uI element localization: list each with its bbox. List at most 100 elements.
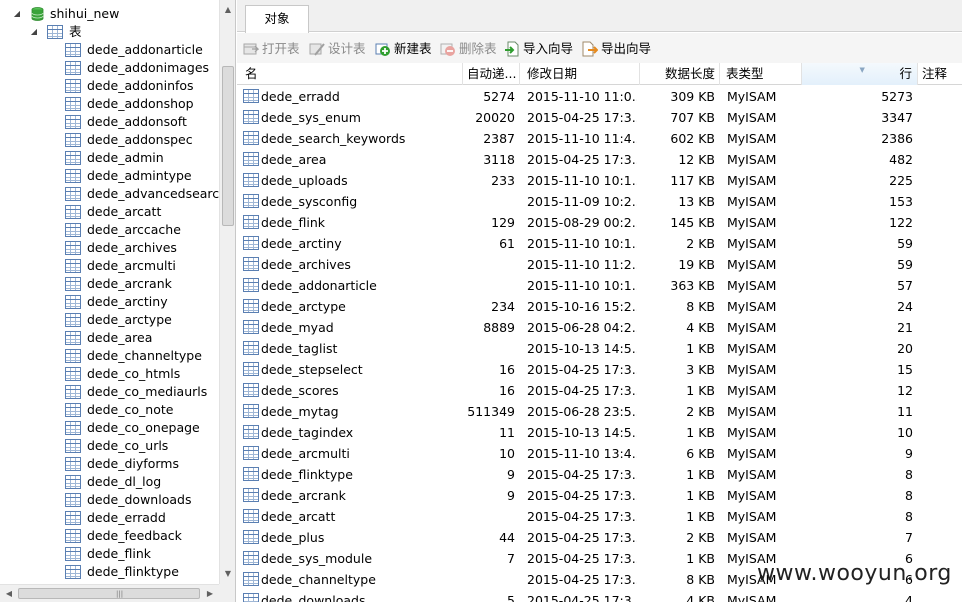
tree-item-table[interactable]: dede_addoninfos bbox=[0, 77, 219, 95]
scroll-right-arrow-icon[interactable]: ▶ bbox=[202, 585, 218, 602]
column-header-comment[interactable]: 注释 bbox=[918, 63, 962, 85]
delete-table-label: 删除表 bbox=[459, 41, 497, 56]
table-row[interactable]: dede_sysconfig 2015-11-09 10:2... 13 KB MyI… bbox=[237, 191, 962, 212]
tree-item-table[interactable]: dede_archives bbox=[0, 239, 219, 257]
tree-item-table[interactable]: dede_addonsoft bbox=[0, 113, 219, 131]
table-row[interactable]: dede_flink 129 2015-08-29 00:2... 145 KB MyI… bbox=[237, 212, 962, 233]
scroll-thumb[interactable] bbox=[222, 66, 234, 226]
table-row[interactable]: dede_tagindex 11 2015-10-13 14:5... 1 KB MyI… bbox=[237, 422, 962, 443]
table-row[interactable]: dede_arcatt 2015-04-25 17:3... 1 KB MyISAM 8 bbox=[237, 506, 962, 527]
table-row[interactable]: dede_arcrank 9 2015-04-25 17:3... 1 KB MyISA… bbox=[237, 485, 962, 506]
tree-item-table[interactable]: dede_arcatt bbox=[0, 203, 219, 221]
table-row[interactable]: dede_erradd 5274 2015-11-10 11:0... 309 KB M… bbox=[237, 86, 962, 107]
table-row[interactable]: dede_uploads 233 2015-11-10 10:1... 117 KB M… bbox=[237, 170, 962, 191]
scroll-up-arrow-icon[interactable]: ▲ bbox=[220, 2, 235, 18]
tree-item-table[interactable]: dede_dl_log bbox=[0, 473, 219, 491]
table-row[interactable]: dede_area 3118 2015-04-25 17:3... 12 KB MyIS… bbox=[237, 149, 962, 170]
tree-item-table[interactable]: dede_channeltype bbox=[0, 347, 219, 365]
tree-item-label: dede_addonshop bbox=[87, 96, 194, 111]
tree-vertical-scrollbar[interactable]: ▲ ▼ bbox=[219, 0, 235, 584]
tree-item-table[interactable]: dede_addonspec bbox=[0, 131, 219, 149]
tree-item-table[interactable]: dede_advancedsearch bbox=[0, 185, 227, 203]
cell-modified: 2015-11-10 10:1... bbox=[527, 173, 637, 188]
tree-item-label: dede_arcrank bbox=[87, 276, 172, 291]
table-row[interactable]: dede_scores 16 2015-04-25 17:3... 1 KB MyISA… bbox=[237, 380, 962, 401]
cell-name: dede_scores bbox=[261, 383, 339, 398]
object-tree[interactable]: ◢ shihui_new ◢ 表 dede_addonarticle dede_a… bbox=[0, 0, 236, 602]
cell-autoinc bbox=[463, 254, 515, 275]
tree-item-table[interactable]: dede_addonshop bbox=[0, 95, 219, 113]
tree-item-table[interactable]: dede_arctype bbox=[0, 311, 219, 329]
tree-item-table[interactable]: dede_co_urls bbox=[0, 437, 219, 455]
column-header-autoinc[interactable]: 自动递... bbox=[463, 63, 520, 85]
tree-item-table[interactable]: dede_admin bbox=[0, 149, 219, 167]
cell-rows: 482 bbox=[889, 152, 913, 167]
open-table-icon bbox=[243, 43, 259, 55]
table-row[interactable]: dede_arctype 234 2015-10-16 15:2... 8 KB MyI… bbox=[237, 296, 962, 317]
table-row[interactable]: dede_plus 44 2015-04-25 17:3... 2 KB MyISAM 7 bbox=[237, 527, 962, 548]
column-header-modified[interactable]: 修改日期 bbox=[520, 63, 640, 85]
table-row[interactable]: dede_myad 8889 2015-06-28 04:2... 4 KB MyISA… bbox=[237, 317, 962, 338]
cell-name: dede_arcmulti bbox=[261, 446, 350, 461]
table-row[interactable]: dede_stepselect 16 2015-04-25 17:3... 3 KB M… bbox=[237, 359, 962, 380]
tree-item-table[interactable]: dede_diyforms bbox=[0, 455, 219, 473]
table-icon bbox=[65, 169, 81, 183]
tree-item-table[interactable]: dede_co_note bbox=[0, 401, 219, 419]
tree-item-label: dede_erradd bbox=[87, 510, 166, 525]
tree-item-table[interactable]: dede_flink bbox=[0, 545, 219, 563]
cell-rows: 20 bbox=[897, 341, 913, 356]
scroll-thumb[interactable]: ||| bbox=[18, 588, 200, 599]
tree-item-table[interactable]: dede_area bbox=[0, 329, 219, 347]
tree-item-table[interactable]: dede_arccache bbox=[0, 221, 219, 239]
tree-node-tables[interactable]: ◢ 表 bbox=[0, 23, 219, 41]
tree-item-table[interactable]: dede_addonarticle bbox=[0, 41, 219, 59]
expand-arrow-icon[interactable]: ◢ bbox=[12, 5, 22, 23]
table-icon bbox=[65, 241, 81, 255]
cell-modified: 2015-10-13 14:5... bbox=[527, 341, 637, 356]
tree-item-table[interactable]: dede_erradd bbox=[0, 509, 219, 527]
column-header-rows[interactable]: ▼ 行 bbox=[802, 63, 918, 85]
table-row[interactable]: dede_archives 2015-11-10 11:2... 19 KB MyIS… bbox=[237, 254, 962, 275]
tree-horizontal-scrollbar[interactable]: ◀ ||| ▶ bbox=[0, 584, 219, 602]
table-row[interactable]: dede_flinktype 9 2015-04-25 17:3... 1 KB MyI… bbox=[237, 464, 962, 485]
table-row[interactable]: dede_downloads 5 2015-04-25 17:3... 4 KB MyI… bbox=[237, 590, 962, 602]
table-row[interactable]: dede_arctiny 61 2015-11-10 10:1... 2 KB MyIS… bbox=[237, 233, 962, 254]
cell-engine: MyISAM bbox=[727, 257, 777, 272]
table-row[interactable]: dede_taglist 2015-10-13 14:5... 1 KB MyISAM… bbox=[237, 338, 962, 359]
table-row[interactable]: dede_sys_enum 20020 2015-04-25 17:3... 707 … bbox=[237, 107, 962, 128]
cell-rows: 9 bbox=[905, 446, 913, 461]
scroll-left-arrow-icon[interactable]: ◀ bbox=[1, 585, 17, 602]
cell-datalen: 3 KB bbox=[686, 362, 715, 377]
cell-engine: MyISAM bbox=[727, 341, 777, 356]
table-icon bbox=[65, 493, 81, 507]
column-header-datalen[interactable]: 数据长度 bbox=[640, 63, 720, 85]
cell-datalen: 4 KB bbox=[686, 320, 715, 335]
cell-autoinc bbox=[463, 275, 515, 296]
tree-item-table[interactable]: dede_co_htmls bbox=[0, 365, 219, 383]
cell-autoinc: 16 bbox=[499, 362, 515, 377]
cell-autoinc: 233 bbox=[491, 173, 515, 188]
tree-item-table[interactable]: dede_arctiny bbox=[0, 293, 219, 311]
column-header-engine[interactable]: 表类型 bbox=[720, 63, 802, 85]
column-header-name[interactable]: 名 bbox=[237, 63, 463, 85]
table-row[interactable]: dede_addonarticle 2015-11-10 10:1... 363 K… bbox=[237, 275, 962, 296]
table-row[interactable]: dede_arcmulti 10 2015-11-10 13:4... 6 KB MyI… bbox=[237, 443, 962, 464]
tree-node-database[interactable]: ◢ shihui_new bbox=[0, 5, 219, 23]
tab-objects[interactable]: 对象 bbox=[245, 5, 309, 33]
cell-rows: 8 bbox=[905, 488, 913, 503]
tree-item-table[interactable]: dede_feedback bbox=[0, 527, 219, 545]
cell-modified: 2015-11-10 10:1... bbox=[527, 236, 637, 251]
tree-item-table[interactable]: dede_admintype bbox=[0, 167, 219, 185]
tree-item-table[interactable]: dede_arcmulti bbox=[0, 257, 219, 275]
tree-item-table[interactable]: dede_downloads bbox=[0, 491, 219, 509]
scroll-down-arrow-icon[interactable]: ▼ bbox=[220, 566, 235, 582]
table-row[interactable]: dede_search_keywords 2387 2015-11-10 11:4.… bbox=[237, 128, 962, 149]
tree-item-table[interactable]: dede_co_mediaurls bbox=[0, 383, 219, 401]
table-row[interactable]: dede_mytag 511349 2015-06-28 23:5... 2 KB My… bbox=[237, 401, 962, 422]
tree-item-table[interactable]: dede_addonimages bbox=[0, 59, 219, 77]
column-header-rows-label: 行 bbox=[899, 66, 912, 81]
tree-item-table[interactable]: dede_co_onepage bbox=[0, 419, 219, 437]
tree-item-table[interactable]: dede_flinktype bbox=[0, 563, 219, 581]
tree-item-table[interactable]: dede_arcrank bbox=[0, 275, 219, 293]
expand-arrow-icon[interactable]: ◢ bbox=[29, 23, 39, 41]
